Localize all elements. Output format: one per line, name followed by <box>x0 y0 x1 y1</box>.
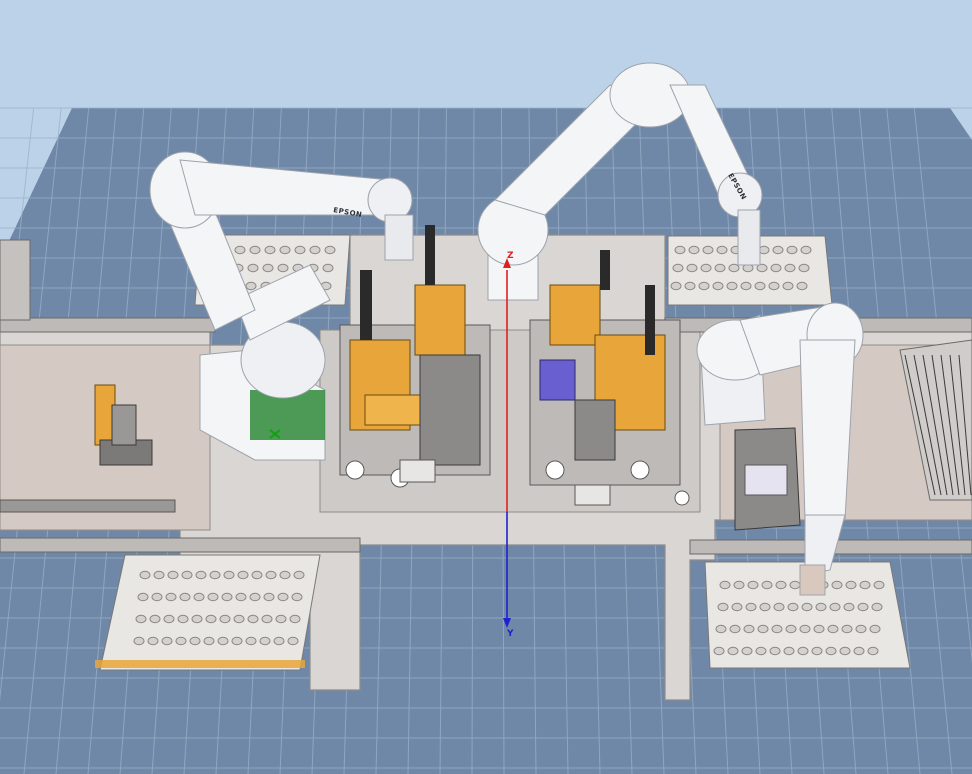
parts-bin <box>734 427 801 531</box>
parts-tray-bottom-left <box>95 554 321 671</box>
z-axis-label: Z <box>507 251 514 261</box>
workcell-scene[interactable]: EPSON EPSON Z Y <box>0 0 972 774</box>
y-axis-label: Y <box>506 629 514 639</box>
3d-viewport[interactable]: EPSON EPSON Z Y <box>0 0 972 774</box>
